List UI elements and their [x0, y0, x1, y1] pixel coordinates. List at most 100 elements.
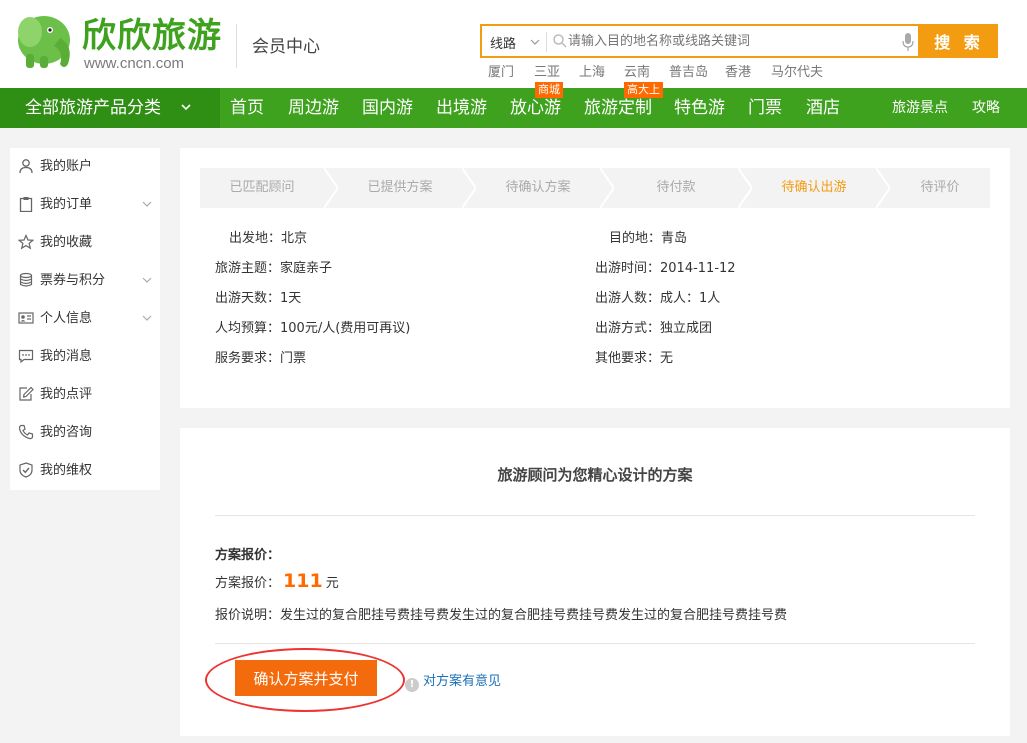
elephant-logo-icon: [18, 16, 70, 68]
alert-info-icon: !: [405, 678, 419, 692]
logo-url: www.cncn.com: [84, 55, 185, 72]
step-confirm-trip: 待确认出游: [781, 180, 847, 195]
hot-link-maldives[interactable]: 马尔代夫: [771, 61, 823, 80]
step-separator-icon: [876, 168, 890, 208]
site-logo[interactable]: 欣欣旅游 www.cncn.com: [10, 10, 225, 76]
sidebar-item-label: 我的收藏: [40, 235, 93, 250]
plan-title: 旅游顾问为您精心设计的方案: [497, 466, 693, 484]
main-nav: 全部旅游产品分类 首页 周边游 国内游 出境游 放心游 旅游定制 特色游 门票 …: [0, 88, 1027, 128]
info-value: 青岛: [661, 231, 688, 246]
coins-icon: [19, 272, 33, 287]
quote-price-line: 方案报价： 111 元: [215, 570, 339, 592]
step-separator-icon: [600, 168, 614, 208]
nav-item-nearby[interactable]: 周边游: [288, 88, 339, 128]
sidebar-item-account[interactable]: 我的账户: [10, 148, 160, 186]
search-icon: [553, 34, 567, 48]
info-label: 出发地：: [229, 231, 282, 246]
nav-item-outbound[interactable]: 出境游: [436, 88, 487, 128]
info-label: 出游天数：: [215, 291, 281, 306]
info-label: 出游人数：: [595, 291, 661, 306]
microphone-icon[interactable]: [902, 33, 914, 51]
sidebar-item-messages[interactable]: 我的消息: [10, 338, 160, 376]
nav-badge-premium: 高大上: [624, 82, 663, 98]
star-icon: [18, 234, 34, 250]
info-other: 其他要求：无: [595, 350, 673, 368]
plan-panel: 旅游顾问为您精心设计的方案 方案报价： 方案报价： 111 元 报价说明：发生过的复…: [180, 428, 1010, 736]
nav-item-tickets[interactable]: 门票: [748, 88, 782, 128]
info-value: 门票: [280, 351, 307, 366]
hot-link-shanghai[interactable]: 上海: [579, 61, 605, 80]
info-theme: 旅游主题：家庭亲子: [215, 260, 332, 278]
confirm-and-pay-button[interactable]: 确认方案并支付: [235, 660, 377, 696]
sidebar-item-orders[interactable]: 我的订单: [10, 186, 160, 224]
info-value: 1天: [280, 291, 302, 306]
clipboard-icon: [19, 197, 33, 212]
search-input[interactable]: [568, 29, 888, 53]
sidebar-item-reviews[interactable]: 我的点评: [10, 376, 160, 414]
search-box: 线路: [480, 24, 920, 58]
info-label: 出游方式：: [595, 321, 661, 336]
nav-item-domestic[interactable]: 国内游: [362, 88, 413, 128]
step-pending-review: 待评价: [920, 180, 960, 195]
chevron-down-icon[interactable]: [142, 199, 152, 209]
sidebar-item-label: 票券与积分: [40, 273, 106, 288]
step-separator-icon: [738, 168, 752, 208]
step-pending-payment: 待付款: [656, 180, 696, 195]
sidebar-item-label: 个人信息: [40, 311, 93, 326]
info-value: 家庭亲子: [280, 261, 333, 276]
info-value: 100元/人(费用可再议): [280, 321, 411, 336]
hot-link-yunnan[interactable]: 云南: [624, 61, 650, 80]
hot-link-hongkong[interactable]: 香港: [725, 61, 751, 80]
sidebar-item-coupons-points[interactable]: 票券与积分: [10, 262, 160, 300]
info-value: 北京: [281, 231, 308, 246]
plan-feedback-link[interactable]: ! 对方案有意见: [405, 670, 501, 692]
sidebar-item-rights[interactable]: 我的维权: [10, 452, 160, 490]
info-people: 出游人数：成人：1人: [595, 290, 720, 308]
all-products-label: 全部旅游产品分类: [25, 98, 161, 118]
info-date: 出游时间：2014-11-12: [595, 260, 736, 278]
sidebar-item-inquiries[interactable]: 我的咨询: [10, 414, 160, 452]
header-divider: [236, 24, 237, 68]
quote-price: 111: [283, 570, 323, 592]
desc-text: 发生过的复合肥挂号费挂号费发生过的复合肥挂号费挂号费发生过的复合肥挂号费挂号费: [280, 608, 788, 623]
info-label: 其他要求：: [595, 351, 661, 366]
info-destination: 目的地：青岛: [609, 230, 687, 248]
info-value: 成人：1人: [660, 291, 721, 306]
nav-item-hotel[interactable]: 酒店: [806, 88, 840, 128]
nav-item-special[interactable]: 特色游: [674, 88, 725, 128]
hot-link-xiamen[interactable]: 厦门: [488, 61, 514, 80]
step-plan-provided: 已提供方案: [367, 180, 433, 195]
chevron-down-icon[interactable]: [142, 313, 152, 323]
nav-item-home[interactable]: 首页: [230, 88, 264, 128]
sidebar-item-profile[interactable]: 个人信息: [10, 300, 160, 338]
nav-item-guides[interactable]: 攻略: [972, 88, 1000, 128]
chevron-down-icon[interactable]: [142, 275, 152, 285]
site-header: 欣欣旅游 www.cncn.com 会员中心 线路 搜 索 厦门 三亚 上海 云…: [0, 0, 1027, 88]
info-mode: 出游方式：独立成团: [595, 320, 712, 338]
nav-item-attractions[interactable]: 旅游景点: [892, 88, 948, 128]
quote-heading: 方案报价：: [215, 548, 281, 563]
divider: [215, 515, 975, 516]
info-departure: 出发地：北京: [229, 230, 307, 248]
search-button[interactable]: 搜 索: [920, 24, 998, 58]
message-icon: [18, 349, 34, 364]
chevron-down-icon[interactable]: [530, 32, 540, 52]
step-matched-advisor: 已匹配顾问: [229, 180, 295, 195]
edit-icon: [19, 386, 34, 401]
hot-link-sanya[interactable]: 三亚: [534, 61, 560, 80]
all-products-menu[interactable]: 全部旅游产品分类: [0, 88, 220, 128]
info-label: 旅游主题：: [215, 261, 281, 276]
user-icon: [19, 159, 33, 174]
hot-link-phuket[interactable]: 普吉岛: [669, 61, 708, 80]
progress-steps: 已匹配顾问 已提供方案 待确认方案 待付款 待确认出游 待评价: [200, 168, 990, 208]
sidebar-item-label: 我的点评: [40, 387, 93, 402]
quote-description: 报价说明：发生过的复合肥挂号费挂号费发生过的复合肥挂号费挂号费发生过的复合肥挂号…: [215, 604, 787, 623]
sidebar-item-favorites[interactable]: 我的收藏: [10, 224, 160, 262]
sidebar-item-label: 我的咨询: [40, 425, 93, 440]
search-type-select[interactable]: 线路: [490, 33, 516, 52]
step-confirm-plan: 待确认方案: [505, 180, 571, 195]
info-service: 服务要求：门票: [215, 350, 306, 368]
logo-text: 欣欣旅游: [82, 16, 222, 56]
info-value: 无: [660, 351, 674, 366]
quote-label: 方案报价：: [215, 576, 281, 591]
